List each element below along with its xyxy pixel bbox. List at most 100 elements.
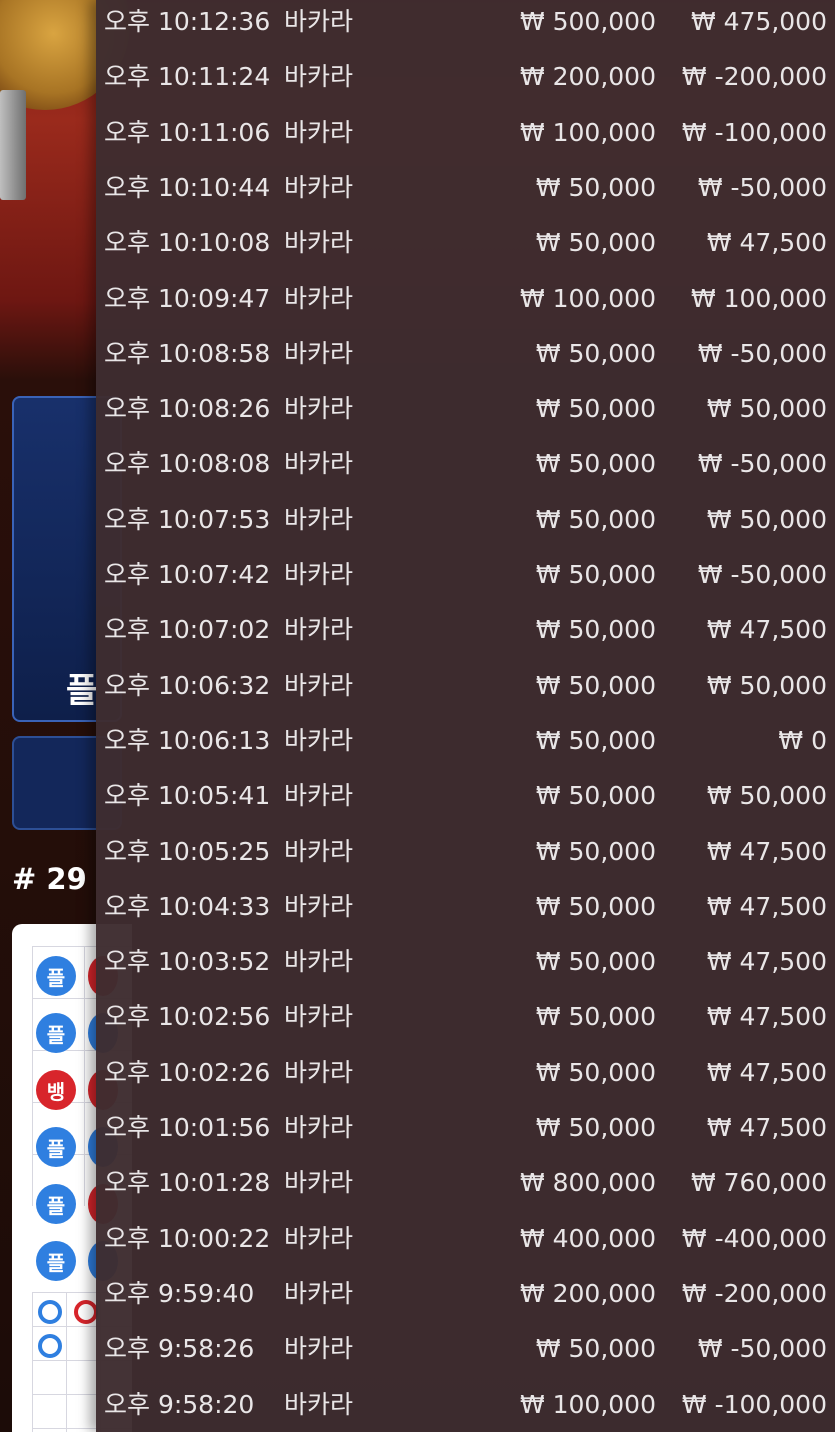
bead-road-marker: 플	[36, 1241, 76, 1281]
win-loss-amount: ₩ 760,000	[690, 1168, 827, 1198]
history-row[interactable]: 오후 10:10:08 바카라 ₩ 50,000 ₩ 47,500	[96, 221, 835, 277]
win-loss-amount: ₩ 475,000	[690, 7, 827, 36]
bead-road-marker: 플	[36, 1127, 76, 1167]
history-row[interactable]: 오후 10:08:08 바카라 ₩ 50,000 ₩ -50,000	[96, 442, 835, 498]
game-name: 바카라	[284, 117, 354, 147]
bet-amount: ₩ 50,000	[535, 947, 656, 977]
win-loss-amount: ₩ 50,000	[706, 781, 827, 811]
game-name: 바카라	[284, 172, 354, 202]
game-name: 바카라	[284, 615, 354, 645]
win-loss-amount: ₩ 100,000	[690, 283, 827, 313]
win-loss-amount: ₩ -50,000	[697, 172, 827, 202]
bet-time: 오후 10:12:36	[104, 7, 271, 36]
bet-amount: ₩ 200,000	[519, 62, 656, 92]
bet-amount: ₩ 50,000	[535, 449, 656, 479]
bet-amount: ₩ 50,000	[535, 228, 656, 258]
bet-time: 오후 10:00:22	[104, 1223, 271, 1253]
win-loss-amount: ₩ -50,000	[697, 449, 827, 479]
bet-time: 오후 9:58:26	[104, 1334, 255, 1364]
history-row[interactable]: 오후 9:58:26 바카라 ₩ 50,000 ₩ -50,000	[96, 1327, 835, 1383]
bet-amount: ₩ 800,000	[519, 1168, 656, 1198]
bet-amount: ₩ 50,000	[535, 781, 656, 811]
game-name: 바카라	[284, 504, 354, 534]
win-loss-amount: ₩ -100,000	[681, 1389, 827, 1419]
bet-time: 오후 10:06:13	[104, 725, 271, 755]
game-name: 바카라	[284, 891, 354, 921]
bet-time: 오후 10:08:58	[104, 338, 271, 368]
history-row[interactable]: 오후 10:01:56 바카라 ₩ 50,000 ₩ 47,500	[96, 1106, 835, 1162]
bet-time: 오후 10:10:08	[104, 228, 271, 258]
history-row[interactable]: 오후 10:10:44 바카라 ₩ 50,000 ₩ -50,000	[96, 166, 835, 222]
game-name: 바카라	[284, 449, 354, 479]
bet-time: 오후 10:02:56	[104, 1002, 271, 1032]
bet-time: 오후 10:05:41	[104, 781, 271, 811]
bead-road-marker: 플	[36, 1184, 76, 1224]
history-row[interactable]: 오후 10:12:36 바카라 ₩ 500,000 ₩ 475,000	[96, 0, 835, 56]
win-loss-amount: ₩ 47,500	[706, 1002, 827, 1032]
bet-time: 오후 10:01:28	[104, 1168, 271, 1198]
card-shoe-icon	[0, 90, 26, 200]
win-loss-amount: ₩ 50,000	[706, 394, 827, 424]
win-loss-amount: ₩ 47,500	[706, 228, 827, 258]
history-row[interactable]: 오후 10:08:58 바카라 ₩ 50,000 ₩ -50,000	[96, 332, 835, 388]
road-ring-icon	[74, 1300, 98, 1324]
road-ring-icon	[38, 1300, 62, 1324]
win-loss-amount: ₩ 47,500	[706, 615, 827, 645]
game-name: 바카라	[284, 670, 354, 700]
win-loss-amount: ₩ -100,000	[681, 117, 827, 147]
win-loss-amount: ₩ 47,500	[706, 1057, 827, 1087]
game-name: 바카라	[284, 62, 354, 92]
history-row[interactable]: 오후 10:08:26 바카라 ₩ 50,000 ₩ 50,000	[96, 387, 835, 443]
player-bet-label: 플	[66, 671, 98, 711]
bet-amount: ₩ 50,000	[535, 1113, 656, 1142]
bet-amount: ₩ 50,000	[535, 560, 656, 589]
game-name: 바카라	[284, 560, 354, 589]
history-row[interactable]: 오후 10:07:42 바카라 ₩ 50,000 ₩ -50,000	[96, 553, 835, 609]
win-loss-amount: ₩ -50,000	[697, 338, 827, 368]
game-name: 바카라	[284, 228, 354, 258]
history-row[interactable]: 오후 10:06:13 바카라 ₩ 50,000 ₩ 0	[96, 719, 835, 775]
bet-amount: ₩ 500,000	[519, 7, 656, 36]
bet-amount: ₩ 50,000	[535, 338, 656, 368]
game-name: 바카라	[284, 394, 354, 424]
win-loss-amount: ₩ 47,500	[706, 836, 827, 866]
history-row[interactable]: 오후 10:11:24 바카라 ₩ 200,000 ₩ -200,000	[96, 55, 835, 111]
history-row[interactable]: 오후 10:11:06 바카라 ₩ 100,000 ₩ -100,000	[96, 111, 835, 167]
history-row[interactable]: 오후 10:04:33 바카라 ₩ 50,000 ₩ 47,500	[96, 885, 835, 941]
win-loss-amount: ₩ -50,000	[697, 1334, 827, 1364]
win-loss-amount: ₩ 47,500	[706, 891, 827, 921]
win-loss-amount: ₩ -200,000	[681, 1278, 827, 1308]
history-row[interactable]: 오후 10:02:26 바카라 ₩ 50,000 ₩ 47,500	[96, 1051, 835, 1107]
game-name: 바카라	[284, 1168, 354, 1198]
bet-history-panel[interactable]: 오후 10:12:36 바카라 ₩ 500,000 ₩ 475,000 오후 10:11…	[96, 0, 835, 1432]
bet-time: 오후 10:02:26	[104, 1057, 271, 1087]
win-loss-amount: ₩ -400,000	[681, 1223, 827, 1253]
bet-amount: ₩ 50,000	[535, 1334, 656, 1364]
game-name: 바카라	[284, 338, 354, 368]
history-row[interactable]: 오후 10:07:53 바카라 ₩ 50,000 ₩ 50,000	[96, 498, 835, 554]
game-name: 바카라	[284, 947, 354, 977]
bet-amount: ₩ 200,000	[519, 1278, 656, 1308]
history-row[interactable]: 오후 10:03:52 바카라 ₩ 50,000 ₩ 47,500	[96, 940, 835, 996]
history-row[interactable]: 오후 10:02:56 바카라 ₩ 50,000 ₩ 47,500	[96, 995, 835, 1051]
history-row[interactable]: 오후 10:06:32 바카라 ₩ 50,000 ₩ 50,000	[96, 664, 835, 720]
bet-amount: ₩ 100,000	[519, 283, 656, 313]
win-loss-amount: ₩ 50,000	[706, 504, 827, 534]
history-row[interactable]: 오후 10:01:28 바카라 ₩ 800,000 ₩ 760,000	[96, 1161, 835, 1217]
bet-time: 오후 10:06:32	[104, 670, 271, 700]
history-row[interactable]: 오후 10:07:02 바카라 ₩ 50,000 ₩ 47,500	[96, 608, 835, 664]
win-loss-amount: ₩ 47,500	[706, 947, 827, 977]
bet-amount: ₩ 50,000	[535, 836, 656, 866]
bet-time: 오후 10:08:08	[104, 449, 271, 479]
bet-time: 오후 10:09:47	[104, 283, 271, 313]
game-name: 바카라	[284, 283, 354, 313]
game-name: 바카라	[284, 1057, 354, 1087]
history-row[interactable]: 오후 10:09:47 바카라 ₩ 100,000 ₩ 100,000	[96, 277, 835, 333]
history-row[interactable]: 오후 10:05:25 바카라 ₩ 50,000 ₩ 47,500	[96, 830, 835, 886]
history-row[interactable]: 오후 9:59:40 바카라 ₩ 200,000 ₩ -200,000	[96, 1272, 835, 1328]
history-row[interactable]: 오후 10:05:41 바카라 ₩ 50,000 ₩ 50,000	[96, 774, 835, 830]
game-name: 바카라	[284, 836, 354, 866]
game-name: 바카라	[284, 725, 354, 755]
history-row[interactable]: 오후 10:00:22 바카라 ₩ 400,000 ₩ -400,000	[96, 1217, 835, 1273]
history-row[interactable]: 오후 9:58:20 바카라 ₩ 100,000 ₩ -100,000	[96, 1383, 835, 1432]
